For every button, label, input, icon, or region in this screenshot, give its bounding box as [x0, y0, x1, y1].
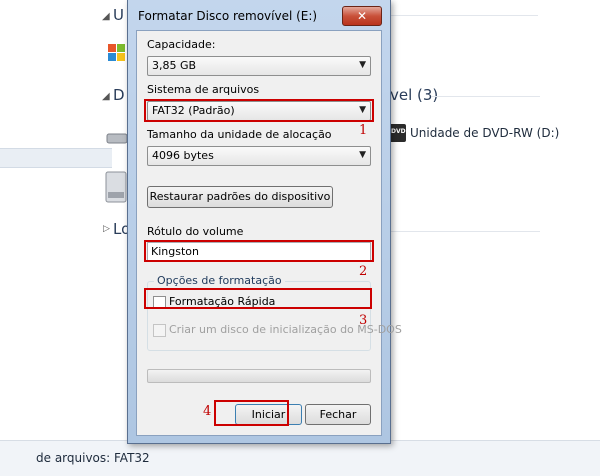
step-number-2: 2 — [359, 264, 368, 279]
step-number-3: 3 — [359, 313, 368, 328]
dvd-badge: DVD — [391, 128, 406, 135]
group-divider — [390, 15, 538, 16]
chevron-down-icon: ▼ — [359, 60, 366, 70]
group-header-hard-drives[interactable]: U — [113, 6, 124, 24]
group-header-removable-left[interactable]: D — [113, 86, 125, 104]
dialog-title: Formatar Disco removível (E:) — [138, 9, 318, 23]
collapse-arrow-icon[interactable]: ◢ — [102, 11, 110, 22]
step-number-1: 1 — [359, 123, 368, 138]
close-icon[interactable]: ✕ — [342, 6, 382, 26]
nav-pane-selected-item[interactable] — [0, 148, 112, 168]
group-divider — [432, 96, 540, 97]
step-number-4: 4 — [203, 404, 212, 419]
capacity-select[interactable]: 3,85 GB ▼ — [147, 56, 371, 76]
filesystem-label: Sistema de arquivos — [147, 83, 260, 96]
windows-drive-icon[interactable] — [106, 38, 128, 68]
close-button[interactable]: Fechar — [305, 404, 371, 425]
volume-label: Rótulo do volume — [147, 225, 244, 238]
allocation-value: 4096 bytes — [152, 149, 214, 162]
format-progress-bar — [147, 369, 371, 383]
capacity-value: 3,85 GB — [152, 59, 197, 72]
allocation-label: Tamanho da unidade de alocação — [147, 128, 332, 141]
capacity-label: Capacidade: — [147, 38, 216, 51]
collapse-arrow-icon[interactable]: ◢ — [102, 91, 110, 102]
group-header-removable-right[interactable]: vel (3) — [390, 86, 438, 104]
status-bar: de arquivos: FAT32 — [0, 440, 600, 476]
highlight-filesystem — [144, 99, 374, 122]
status-bar-text: de arquivos: FAT32 — [36, 451, 150, 465]
expand-arrow-icon[interactable]: ▷ — [103, 224, 110, 234]
highlight-quick-format — [144, 288, 372, 309]
group-divider — [390, 231, 540, 232]
usb-drive-icon[interactable] — [104, 166, 128, 206]
removable-drive-icon[interactable] — [106, 126, 128, 148]
highlight-volume-label — [144, 240, 374, 262]
dialog-titlebar[interactable]: Formatar Disco removível (E:) ✕ — [128, 0, 390, 30]
highlight-start-button — [214, 400, 289, 426]
format-options-title: Opções de formatação — [154, 274, 285, 287]
dvd-drive-label[interactable]: Unidade de DVD-RW (D:) — [410, 126, 559, 140]
format-dialog: Formatar Disco removível (E:) ✕ Capacida… — [127, 0, 402, 444]
restore-defaults-button[interactable]: Restaurar padrões do dispositivo — [147, 186, 333, 208]
dialog-client-area: Capacidade: 3,85 GB ▼ Sistema de arquivo… — [136, 30, 402, 436]
chevron-down-icon: ▼ — [359, 150, 366, 160]
allocation-select[interactable]: 4096 bytes ▼ — [147, 146, 371, 166]
msdos-boot-checkbox[interactable] — [153, 324, 166, 337]
